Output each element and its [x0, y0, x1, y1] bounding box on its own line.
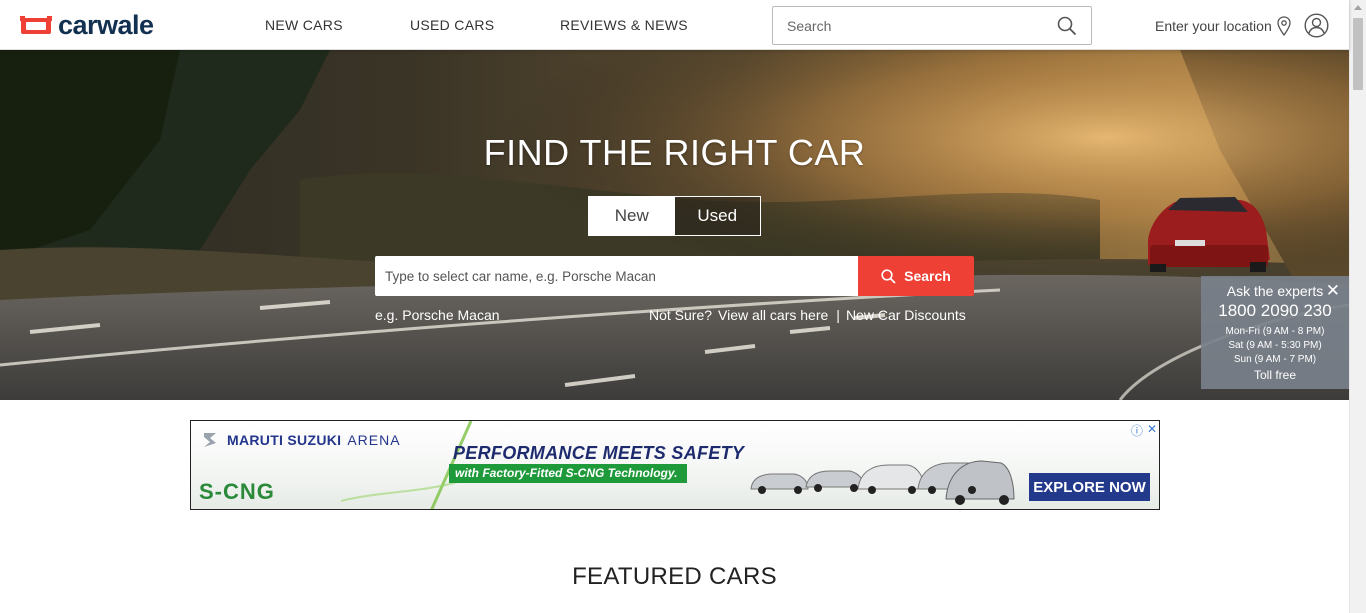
header-search	[772, 6, 1092, 45]
nav-used-cars[interactable]: USED CARS	[410, 17, 494, 33]
new-car-discounts-link[interactable]: New Car Discounts	[846, 307, 966, 323]
search-icon	[881, 268, 896, 284]
carwale-logo[interactable]: carwale	[20, 9, 154, 40]
location-pin-icon	[1277, 16, 1291, 36]
ad-banner[interactable]: MARUTI SUZUKI ARENA S-CNG PERFORMANCE ME…	[190, 420, 1160, 510]
adchoices-info-icon[interactable]: ⓘ	[1131, 422, 1143, 439]
search-button[interactable]: Search	[858, 256, 974, 296]
nav-reviews-news[interactable]: REVIEWS & NEWS	[560, 17, 688, 33]
scroll-up-arrow-icon[interactable]	[1354, 5, 1362, 10]
suzuki-logo-icon	[204, 433, 216, 447]
ad-close-icon[interactable]: ✕	[1147, 422, 1157, 439]
experts-hours: Mon-Fri (9 AM - 8 PM) Sat (9 AM - 5:30 P…	[1201, 325, 1349, 367]
ad-cng-logo: S-CNG	[199, 479, 275, 504]
search-button-label: Search	[904, 268, 951, 284]
car-search-field	[375, 256, 858, 296]
hours-saturday: Sat (9 AM - 5:30 PM)	[1228, 340, 1322, 351]
location-label: Enter your location	[1155, 18, 1272, 34]
hours-sunday: Sun (9 AM - 7 PM)	[1233, 354, 1317, 365]
scrollbar-thumb[interactable]	[1353, 18, 1363, 90]
new-used-toggle: New Used	[588, 196, 761, 236]
hours-weekday: Mon-Fri (9 AM - 8 PM)	[1225, 326, 1325, 337]
hero-title: FIND THE RIGHT CAR	[483, 132, 866, 173]
car-search-input[interactable]	[375, 256, 858, 296]
view-all-cars-link[interactable]: View all cars here	[718, 307, 828, 323]
ad-subline: with Factory-Fitted S-CNG Technology.	[449, 464, 688, 483]
link-separator: |	[836, 307, 840, 323]
not-sure-label: Not Sure?	[649, 307, 713, 323]
header-search-input[interactable]	[773, 17, 1043, 34]
search-icon[interactable]	[1057, 16, 1077, 36]
ask-experts-widget: Ask the experts ✕ 1800 2090 230 Mon-Fri …	[1201, 276, 1349, 389]
hero-section: FIND THE RIGHT CAR New Used Search e.g. …	[0, 50, 1349, 400]
explore-now-button[interactable]: EXPLORE NOW	[1029, 473, 1150, 501]
hero-car-illustration	[1148, 197, 1270, 272]
ad-headline: PERFORMANCE MEETS SAFETY	[453, 443, 745, 463]
location-selector[interactable]: Enter your location	[1155, 16, 1291, 36]
site-header: carwale NEW CARS USED CARS REVIEWS & NEW…	[0, 0, 1349, 50]
page-scrollbar[interactable]	[1349, 0, 1366, 613]
close-icon[interactable]: ✕	[1326, 282, 1340, 299]
experts-phone[interactable]: 1800 2090 230	[1201, 301, 1349, 321]
nav-new-cars[interactable]: NEW CARS	[265, 17, 343, 33]
ad-cars-image	[750, 460, 1015, 505]
ad-brand-name: MARUTI SUZUKI	[227, 432, 342, 448]
example-hint[interactable]: e.g. Porsche Macan	[375, 307, 500, 323]
tab-new[interactable]: New	[589, 197, 675, 235]
toll-free-label: Toll free	[1253, 368, 1297, 382]
tab-used[interactable]: Used	[674, 197, 760, 235]
featured-cars-heading: FEATURED CARS	[572, 563, 777, 590]
user-account-icon[interactable]	[1304, 13, 1329, 38]
adchoices: ⓘ ✕	[1127, 422, 1157, 439]
carwale-logo-icon	[20, 16, 52, 34]
hint-links: Not Sure? View all cars here | New Car D…	[649, 307, 972, 323]
logo-text: carwale	[58, 9, 154, 40]
